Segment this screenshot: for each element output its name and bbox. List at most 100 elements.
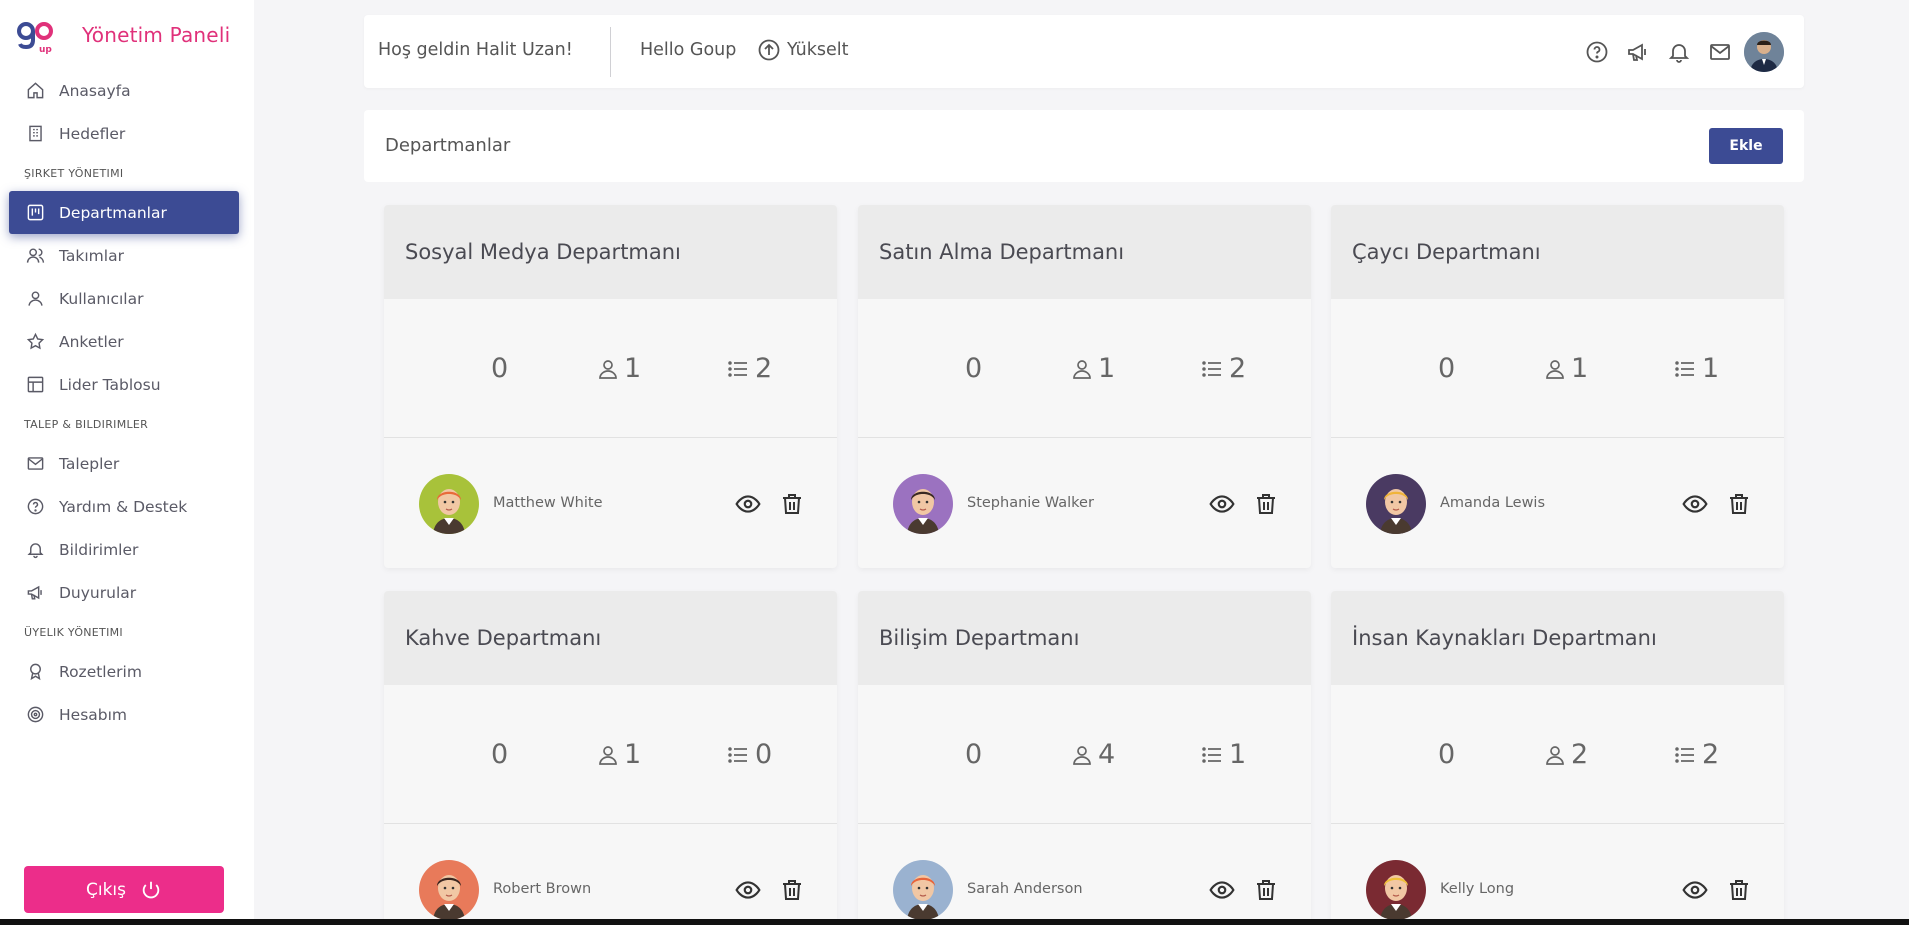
score-value: 0 [965, 739, 983, 770]
sidebar-item-hedefler[interactable]: Hedefler [0, 112, 254, 155]
taskbar-strip [0, 919, 1909, 925]
sidebar-item-rozetlerim[interactable]: Rozetlerim [0, 650, 254, 693]
department-stats: 0 1 2 [384, 299, 837, 438]
department-name: Satın Alma Departmanı [858, 205, 1311, 299]
add-department-button[interactable]: Ekle [1709, 128, 1783, 164]
megaphone-icon [1627, 43, 1646, 61]
eye-icon [1682, 495, 1708, 513]
user-avatar[interactable] [1744, 32, 1784, 72]
members-count: 1 [1571, 353, 1589, 384]
megaphone-icon [25, 583, 45, 603]
trash-icon [1730, 494, 1748, 514]
sidebar-item-label: Takımlar [59, 246, 124, 265]
user-icon [599, 745, 617, 765]
list-icon [1202, 360, 1221, 377]
sidebar-item-lider-tablosu[interactable]: Lider Tablosu [0, 363, 254, 406]
user-icon [599, 359, 617, 379]
view-button[interactable] [734, 876, 762, 904]
sidebar-item-label: Anketler [59, 332, 124, 351]
members-stat: 1 [1070, 353, 1115, 384]
target-icon [25, 705, 45, 725]
view-button[interactable] [1208, 876, 1236, 904]
tasks-count: 1 [1229, 739, 1247, 770]
sidebar-item-yardim-destek[interactable]: Yardım & Destek [0, 485, 254, 528]
list-icon [1202, 746, 1221, 763]
trash-icon [783, 880, 801, 900]
logout-button[interactable]: Çıkış [24, 866, 224, 913]
notifications-button[interactable] [1658, 32, 1699, 72]
view-button[interactable] [734, 490, 762, 518]
department-leader: Amanda Lewis [1331, 438, 1784, 568]
department-card: Satın Alma Departmanı 0 1 2 Stephanie Walker [858, 205, 1311, 568]
members-count: 2 [1571, 739, 1589, 770]
mail-icon [1709, 44, 1730, 60]
sidebar-item-duyurular[interactable]: Duyurular [0, 571, 254, 614]
score-stat: 0 [1438, 739, 1455, 770]
view-button[interactable] [1681, 876, 1709, 904]
sidebar-item-label: Lider Tablosu [59, 375, 161, 394]
mail-icon [25, 454, 45, 474]
user-icon [25, 289, 45, 309]
delete-button[interactable] [1725, 490, 1753, 518]
top-bar: Hoş geldin Halit Uzan! Hello Goup Yüksel… [364, 15, 1804, 88]
sidebar-item-departmanlar[interactable]: Departmanlar [9, 191, 239, 234]
avatar [419, 474, 479, 534]
badge-icon [25, 662, 45, 682]
members-stat: 1 [596, 739, 641, 770]
users-icon [25, 246, 45, 266]
upgrade-link[interactable]: Yükselt [757, 38, 849, 62]
score-stat: 0 [491, 353, 508, 384]
tasks-stat: 2 [1672, 739, 1719, 770]
sidebar-item-talepler[interactable]: Talepler [0, 442, 254, 485]
sidebar-item-takimlar[interactable]: Takımlar [0, 234, 254, 277]
delete-button[interactable] [1252, 876, 1280, 904]
leader-name: Sarah Anderson [967, 881, 1083, 897]
sidebar-item-hesabim[interactable]: Hesabım [0, 693, 254, 736]
power-icon [142, 881, 160, 898]
user-icon [1073, 745, 1091, 765]
view-button[interactable] [1208, 490, 1236, 518]
tasks-stat: 1 [1199, 739, 1246, 770]
messages-button[interactable] [1699, 32, 1740, 72]
sidebar-item-anasayfa[interactable]: Anasayfa [0, 69, 254, 112]
members-stat: 1 [596, 353, 641, 384]
announcements-button[interactable] [1617, 32, 1658, 72]
department-stats: 0 4 1 [858, 685, 1311, 824]
department-name: Sosyal Medya Departmanı [384, 205, 837, 299]
view-button[interactable] [1681, 490, 1709, 518]
tasks-stat: 0 [725, 739, 772, 770]
trash-icon [1257, 880, 1275, 900]
avatar [1366, 474, 1426, 534]
brand[interactable]: up Yönetim Paneli [16, 18, 230, 55]
trash-icon [1730, 880, 1748, 900]
avatar [893, 474, 953, 534]
sidebar-item-anketler[interactable]: Anketler [0, 320, 254, 363]
logout-label: Çıkış [85, 879, 127, 900]
help-button[interactable] [1576, 32, 1617, 72]
delete-button[interactable] [778, 876, 806, 904]
divider [610, 27, 611, 77]
tasks-count: 2 [755, 353, 773, 384]
delete-button[interactable] [1252, 490, 1280, 518]
sidebar-nav: Anasayfa Hedefler ŞIRKET YÖNETIMI Depart… [0, 69, 254, 736]
delete-button[interactable] [1725, 876, 1753, 904]
sidebar-item-label: Duyurular [59, 583, 137, 602]
score-stat: 0 [965, 739, 982, 770]
user-icon [1073, 359, 1091, 379]
help-icon [1586, 41, 1607, 63]
department-name: İnsan Kaynakları Departmanı [1331, 591, 1784, 685]
delete-button[interactable] [778, 490, 806, 518]
eye-icon [1209, 881, 1235, 899]
arrow-up-circle-icon [758, 39, 780, 61]
leader-name: Robert Brown [493, 881, 592, 897]
list-icon [728, 360, 747, 377]
eye-icon [1209, 495, 1235, 513]
department-leader: Sarah Anderson [858, 824, 1311, 925]
members-stat: 1 [1543, 353, 1588, 384]
section-requests-notifications: TALEP & BILDIRIMLER [24, 417, 149, 431]
section-membership-management: ÜYELIK YÖNETIMI [24, 625, 123, 639]
sidebar-item-kullanicilar[interactable]: Kullanıcılar [0, 277, 254, 320]
group-name: Hello Goup [640, 40, 737, 60]
members-count: 1 [1098, 353, 1116, 384]
sidebar-item-bildirimler[interactable]: Bildirimler [0, 528, 254, 571]
